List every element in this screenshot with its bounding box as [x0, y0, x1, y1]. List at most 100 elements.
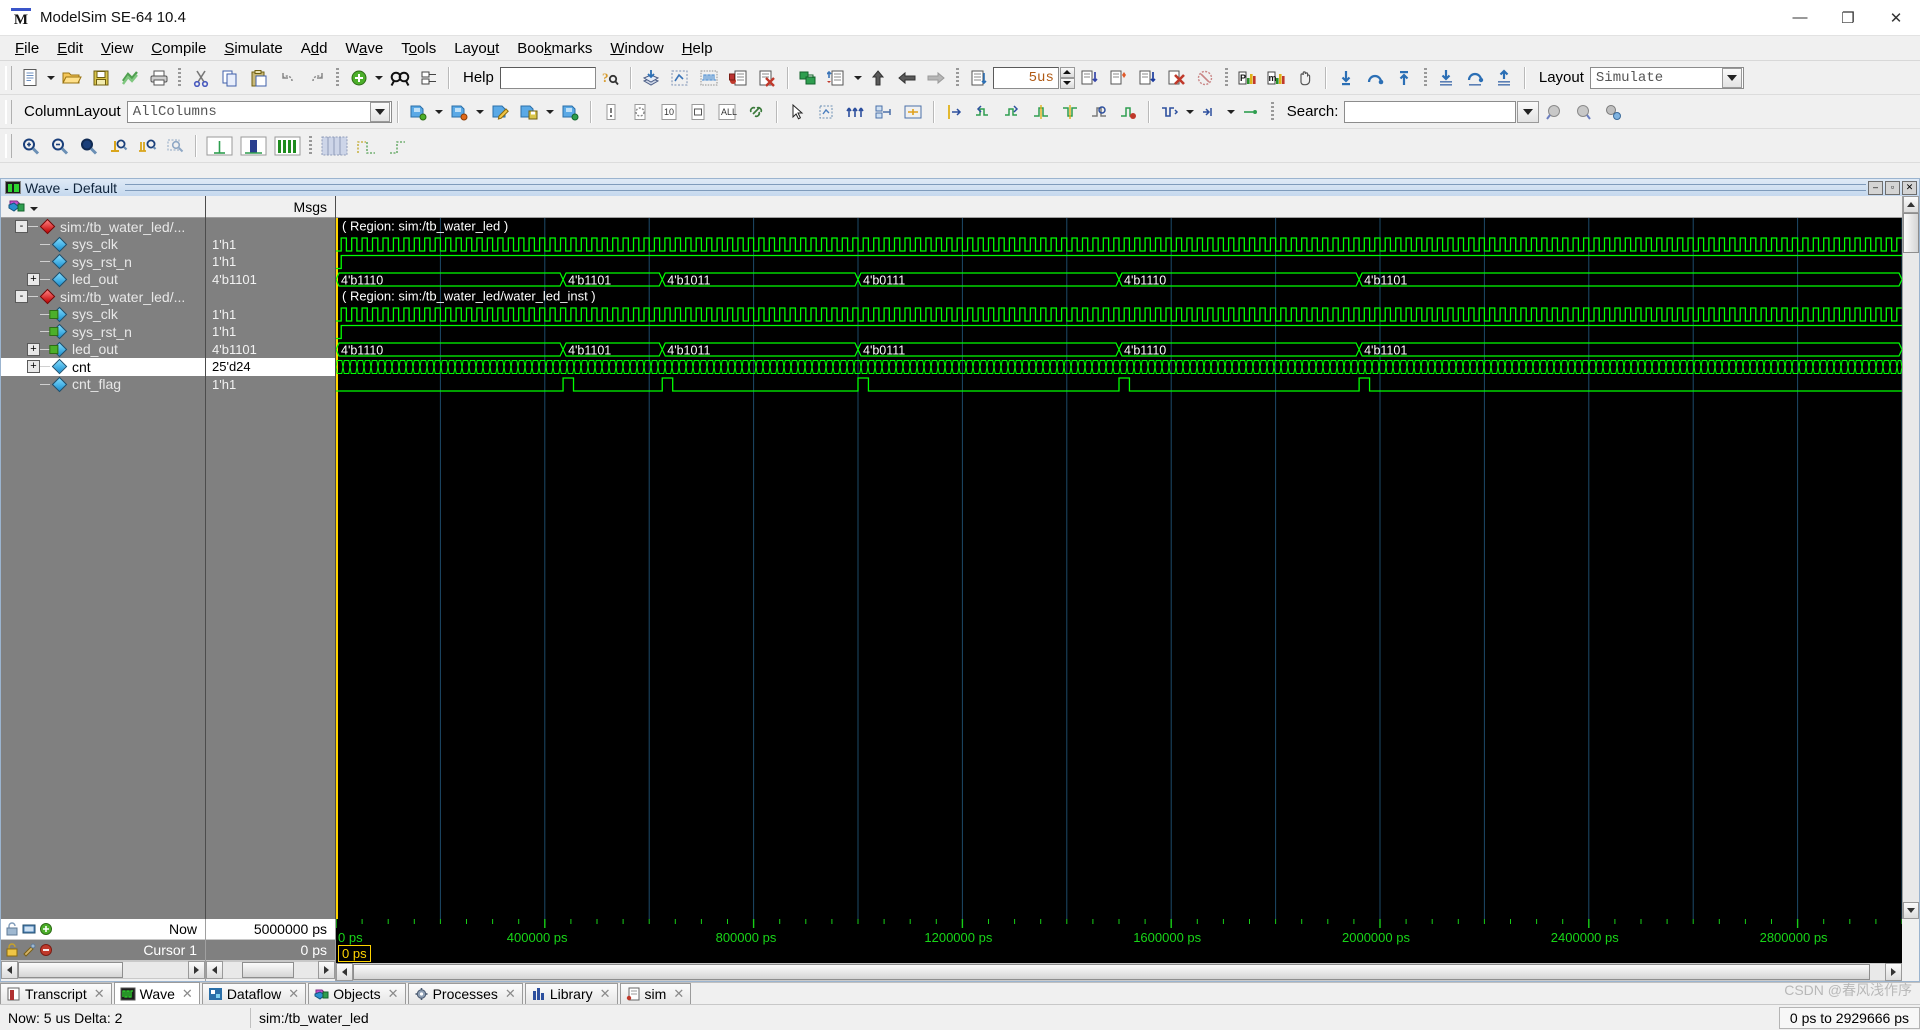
compile-all-icon[interactable] [795, 65, 822, 91]
cursor-time-marker[interactable]: 0 ps [338, 945, 371, 962]
tab-close-icon[interactable]: ✕ [600, 986, 611, 1002]
tab-close-icon[interactable]: ✕ [673, 986, 684, 1002]
bookmark-edit-icon[interactable] [487, 99, 514, 125]
search-history-chevron-icon[interactable] [1517, 100, 1540, 123]
cursor-row-cursor1[interactable]: Cursor 1 [1, 940, 205, 961]
grid-icon[interactable] [318, 133, 350, 159]
wave-expand-dropdown-icon[interactable] [1225, 99, 1237, 125]
find-icon[interactable] [386, 65, 413, 91]
wave-window-titlebar[interactable]: Wave - Default – ▫ ✕ [0, 178, 1920, 196]
values-horizontal-scrollbar[interactable] [206, 961, 335, 979]
compare-icon[interactable] [842, 99, 869, 125]
tab-processes[interactable]: Processes ✕ [407, 983, 523, 1004]
columnlayout-combo[interactable]: AllColumns [126, 100, 392, 123]
bookmark-save-dropdown-icon[interactable] [544, 99, 556, 125]
expand-toggle-icon[interactable]: + [27, 360, 40, 374]
print-icon[interactable] [145, 65, 172, 91]
step-over-icon[interactable] [1362, 65, 1389, 91]
menu-item-bookmarks[interactable]: Bookmarks [508, 37, 601, 60]
copy-icon[interactable] [216, 65, 243, 91]
signal-row[interactable]: - sim:/tb_water_led/... [1, 218, 205, 236]
wave-close-button[interactable]: ✕ [1902, 180, 1917, 195]
zoom-select-icon[interactable] [162, 133, 189, 159]
signal-row[interactable]: + led_out [1, 271, 205, 289]
menu-item-simulate[interactable]: Simulate [215, 37, 291, 60]
coverage-icon[interactable] [725, 65, 752, 91]
scroll-down-button[interactable] [1903, 902, 1919, 919]
step-list-dropdown-icon[interactable] [852, 65, 864, 91]
prev-edge-icon[interactable] [1028, 99, 1055, 125]
run-config-icon[interactable] [965, 65, 992, 91]
bookmark-remove-dropdown-icon[interactable] [474, 99, 486, 125]
bookmark-add-icon[interactable] [405, 99, 432, 125]
signal-row[interactable]: sys_rst_n [1, 253, 205, 271]
tab-objects[interactable]: Objects ✕ [308, 983, 406, 1004]
stop-icon[interactable] [1163, 65, 1190, 91]
undo-icon[interactable] [274, 65, 301, 91]
tab-transcript[interactable]: Transcript ✕ [0, 983, 112, 1004]
waveform-horizontal-scrollbar[interactable] [336, 963, 1902, 981]
bookmark-remove-icon[interactable] [446, 99, 473, 125]
redo-icon[interactable] [303, 65, 330, 91]
back-arrow-icon[interactable] [894, 65, 921, 91]
hand-icon[interactable] [1292, 65, 1319, 91]
wave-props-icon[interactable] [7, 198, 26, 215]
chevron-down-icon[interactable] [369, 101, 390, 122]
tab-close-icon[interactable]: ✕ [505, 986, 516, 1002]
zoom-out-icon[interactable] [46, 133, 73, 159]
wave-view-1-icon[interactable] [203, 133, 235, 159]
group-icon[interactable] [871, 99, 898, 125]
wave-scroll-track[interactable] [353, 963, 1885, 981]
help-input[interactable] [499, 66, 596, 89]
signal-names-list[interactable]: - sim:/tb_water_led/... sys_clk sys_rst_n + l… [1, 218, 205, 919]
find-edge-icon[interactable] [1086, 99, 1113, 125]
step-list-icon[interactable] [824, 65, 851, 91]
cut-icon[interactable] [187, 65, 214, 91]
add-object-icon[interactable] [345, 65, 372, 91]
wave-scroll-right-button[interactable] [1885, 963, 1902, 981]
search-next-icon[interactable] [1541, 99, 1568, 125]
menu-item-view[interactable]: View [92, 37, 142, 60]
wave-compare-icon[interactable] [1156, 99, 1183, 125]
toolbar-grip[interactable] [5, 133, 12, 158]
toolbar-grip[interactable] [5, 99, 12, 124]
bookmark-save-icon[interactable] [516, 99, 543, 125]
zoom-full-icon[interactable] [75, 133, 102, 159]
values-scroll-thumb[interactable] [242, 962, 295, 978]
names-horizontal-scrollbar[interactable] [1, 961, 205, 979]
wave-view-2-icon[interactable] [237, 133, 269, 159]
properties-icon[interactable] [415, 65, 442, 91]
all-columns-icon[interactable]: ALL [714, 99, 741, 125]
wave-icon[interactable] [696, 65, 723, 91]
next-transition-icon[interactable] [999, 99, 1026, 125]
simulate-icon[interactable] [638, 65, 665, 91]
signal-row[interactable]: + led_out [1, 341, 205, 359]
menu-item-wave[interactable]: Wave [336, 37, 392, 60]
format-icon[interactable] [685, 99, 712, 125]
cursor-icon[interactable] [598, 99, 625, 125]
names-scroll-left-button[interactable] [1, 961, 18, 979]
zoom-in-icon[interactable] [17, 133, 44, 159]
tab-close-icon[interactable]: ✕ [388, 986, 399, 1002]
zoom-cursor-icon[interactable] [104, 133, 131, 159]
help-context-icon[interactable]: ? [597, 65, 624, 91]
waveform-vertical-scrollbar[interactable] [1902, 196, 1919, 919]
up-arrow-icon[interactable] [865, 65, 892, 91]
memory-icon[interactable]: m [1263, 65, 1290, 91]
profile-icon[interactable]: P [1234, 65, 1261, 91]
toolbar-grip[interactable] [5, 65, 12, 90]
collapse-toggle-icon[interactable]: - [15, 290, 28, 304]
values-scroll-left-button[interactable] [206, 961, 223, 979]
names-pane-menu-chevron-icon[interactable] [30, 198, 38, 215]
wave-expand-icon[interactable] [1197, 99, 1224, 125]
menu-item-layout[interactable]: Layout [445, 37, 508, 60]
bookmark-goto-icon[interactable] [557, 99, 584, 125]
scroll-track[interactable] [1903, 213, 1919, 902]
chevron-down-icon[interactable] [1721, 67, 1742, 88]
zoom-mode-icon[interactable] [813, 99, 840, 125]
wave-maximize-button[interactable]: ▫ [1885, 180, 1900, 195]
wave-scroll-left-button[interactable] [336, 963, 353, 981]
expand-icon[interactable] [900, 99, 927, 125]
tab-sim[interactable]: sim ✕ [619, 983, 692, 1004]
link-icon[interactable] [743, 99, 770, 125]
